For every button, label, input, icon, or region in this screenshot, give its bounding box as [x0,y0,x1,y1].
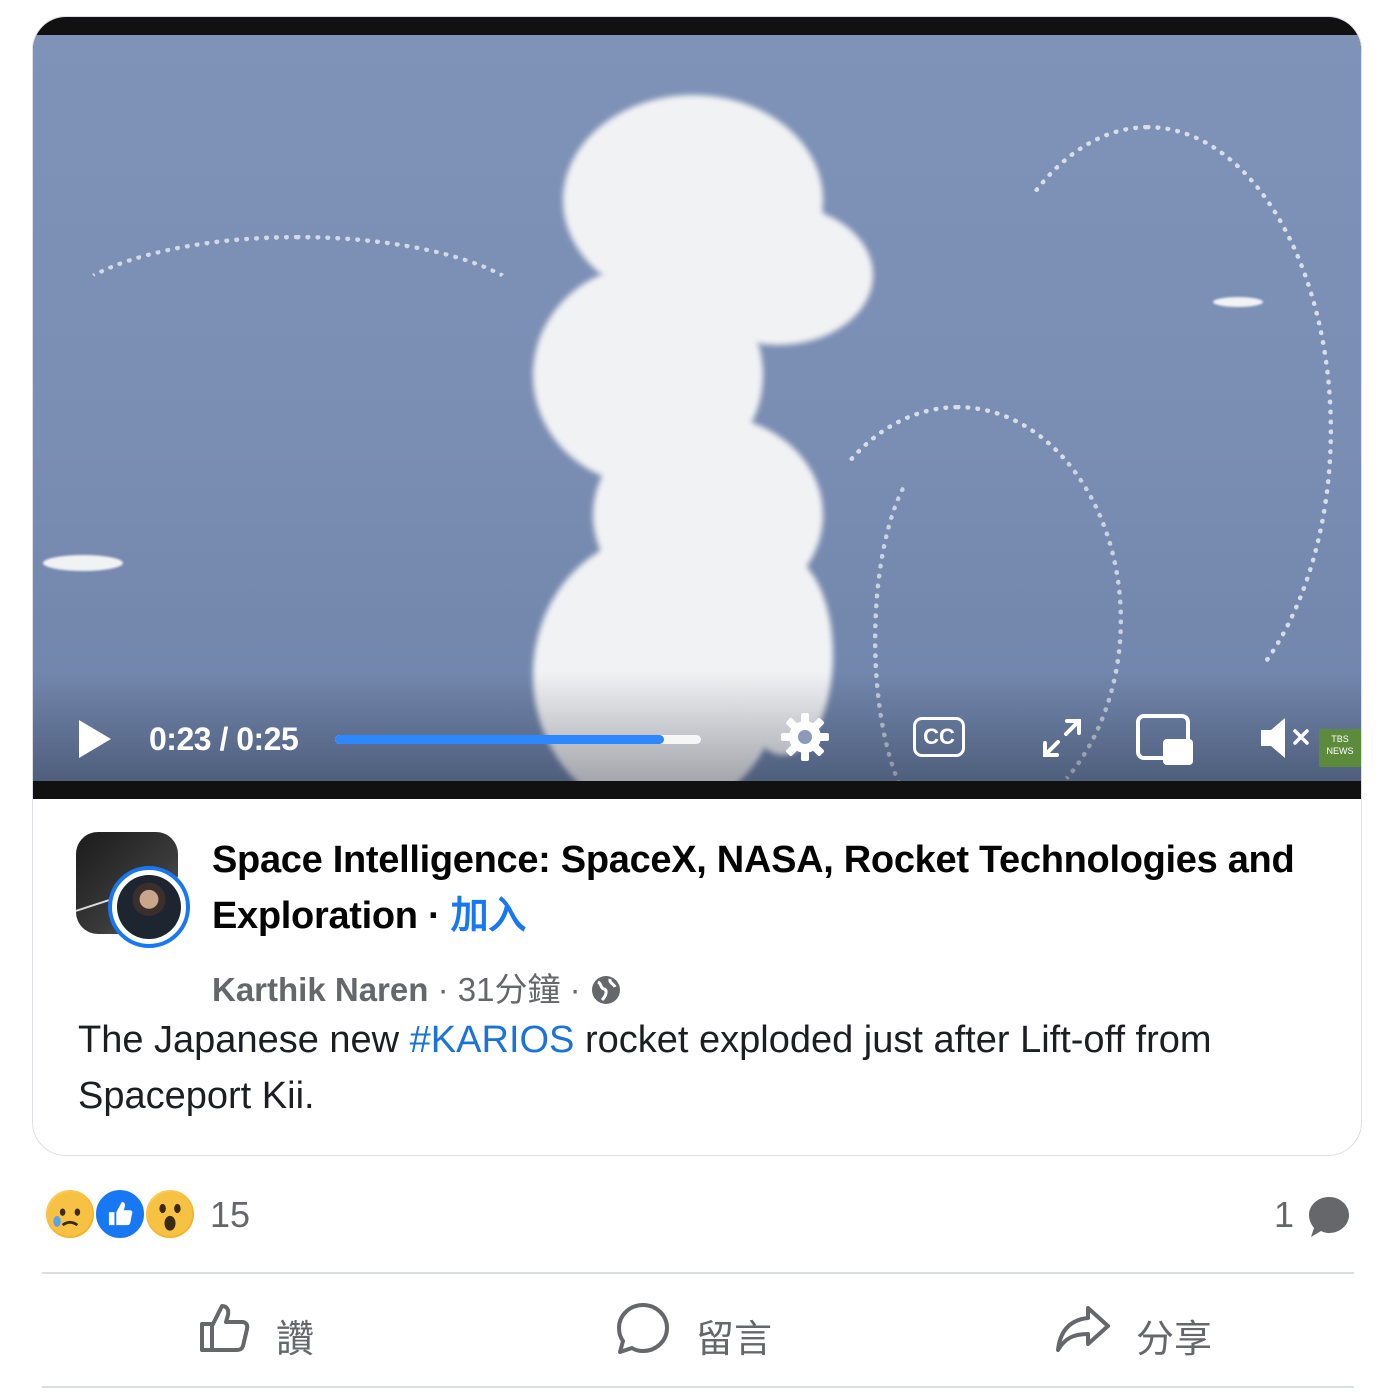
video-progress-bar[interactable] [335,735,701,744]
divider [42,1386,1354,1388]
post-timestamp[interactable]: 31分鐘 [458,971,561,1008]
post-text-start: The Japanese new [78,1019,410,1061]
sad-reaction-icon [44,1188,96,1240]
expand-icon[interactable] [1039,715,1085,761]
share-button[interactable]: 分享 [1054,1300,1254,1362]
pip-icon[interactable] [1135,713,1195,767]
comment-icon [617,1303,669,1354]
post-header: Space Intelligence: SpaceX, NASA, Rocket… [76,832,1336,1008]
byline-separator: · [560,971,590,1008]
video-time: 0:23 / 0:25 [149,721,299,757]
globe-icon [591,976,620,1004]
share-icon [1056,1306,1110,1352]
play-icon[interactable] [75,717,115,761]
video-progress-fill [335,735,665,744]
like-button[interactable]: 讚 [196,1300,376,1362]
comment-bubble-icon[interactable] [1306,1194,1352,1240]
author-name-link[interactable]: Karthik Naren [212,971,428,1008]
boat [43,555,123,571]
video-frame[interactable] [33,35,1361,781]
join-group-link[interactable]: 加入 [451,895,527,937]
author-avatar[interactable] [108,866,190,948]
page-name-link[interactable]: Space Intelligence: SpaceX, NASA, Rocket… [212,839,1295,937]
title-separator: · [417,895,451,937]
thumbs-up-icon [200,1304,250,1352]
boat [1213,297,1263,307]
post-title: Space Intelligence: SpaceX, NASA, Rocket… [212,832,1342,944]
muted-speaker-icon[interactable] [1257,713,1319,763]
like-label: 讚 [276,1319,315,1361]
byline-separator: · [428,971,458,1008]
settings-icon[interactable] [777,709,833,765]
cc-icon[interactable]: CC [913,717,965,757]
post-byline: Karthik Naren · 31分鐘 · [212,968,622,1012]
debris-trail [53,235,543,405]
comment-count[interactable]: 1 [1274,1194,1294,1236]
wow-reaction-icon [144,1188,196,1240]
hashtag-link[interactable]: #KARIOS [410,1019,575,1061]
reaction-count: 15 [210,1194,251,1235]
comment-button[interactable]: 留言 [614,1300,834,1362]
author-photo [117,875,181,939]
like-reaction-icon [94,1188,146,1240]
share-label: 分享 [1136,1319,1213,1361]
comment-label: 留言 [696,1319,773,1361]
post-text: The Japanese new #KARIOS rocket exploded… [78,1012,1328,1124]
divider [42,1272,1354,1274]
news-watermark: TBS NEWS [1319,729,1361,767]
video-player[interactable]: 0:23 / 0:25 CC TBS NEWS [33,17,1361,799]
